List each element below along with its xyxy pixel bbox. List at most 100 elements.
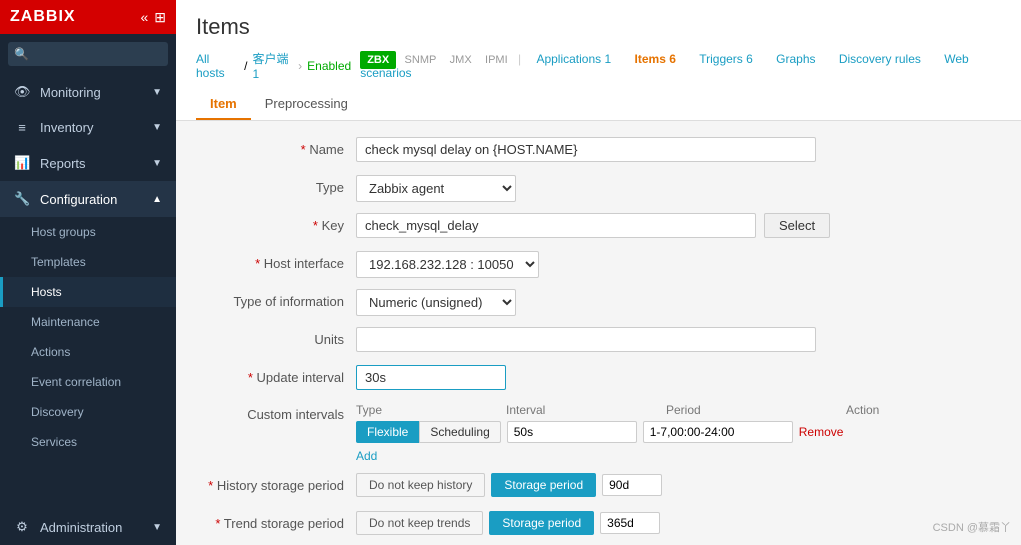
- form-row-custom-intervals: Custom intervals Type Interval Period Ac…: [196, 403, 1001, 463]
- update-interval-input[interactable]: [356, 365, 506, 390]
- host-tab-triggers[interactable]: Triggers 6: [689, 47, 763, 71]
- host-tab-jmx[interactable]: JMX: [445, 51, 477, 69]
- services-label: Services: [31, 435, 77, 449]
- ci-period-input[interactable]: [643, 421, 793, 443]
- administration-icon: ⚙: [14, 519, 30, 535]
- trend-storage-period-btn[interactable]: Storage period: [489, 511, 594, 535]
- units-label: Units: [196, 327, 356, 347]
- sidebar-item-inventory[interactable]: ≡ Inventory ▼: [0, 110, 176, 145]
- form-row-type-info: Type of information Numeric (unsigned): [196, 289, 1001, 317]
- tabs-row: Item Preprocessing: [196, 89, 1001, 120]
- sidebar-sub-item-templates[interactable]: Templates: [0, 247, 176, 277]
- tab-sep: |: [518, 52, 521, 66]
- custom-intervals-control: Type Interval Period Action Flexible Sch…: [356, 403, 1001, 463]
- update-interval-label: Update interval: [196, 365, 356, 385]
- host-interface-select[interactable]: 192.168.232.128 : 10050: [356, 251, 539, 278]
- configuration-icon: 🔧: [14, 191, 30, 207]
- type-of-info-select[interactable]: Numeric (unsigned): [356, 289, 516, 316]
- ci-add-link[interactable]: Add: [356, 449, 377, 463]
- arrow-icon: ▼: [152, 122, 162, 133]
- sidebar-sub-item-discovery[interactable]: Discovery: [0, 397, 176, 427]
- host-tab-applications[interactable]: Applications 1: [526, 47, 621, 71]
- sidebar-sub-item-event-correlation[interactable]: Event correlation: [0, 367, 176, 397]
- breadcrumb-host[interactable]: 客户端1: [253, 50, 294, 81]
- host-tabs-row: ZBX SNMP JMX IPMI | Applications 1 Items…: [360, 52, 1001, 80]
- logo: ZABBIX: [10, 8, 76, 26]
- type-select[interactable]: Zabbix agent: [356, 175, 516, 202]
- ci-header: Type Interval Period Action: [356, 403, 1001, 417]
- sidebar-item-label: Reports: [40, 156, 86, 171]
- select-button[interactable]: Select: [764, 213, 830, 238]
- inventory-icon: ≡: [14, 120, 30, 135]
- sidebar-header-icons: « ⊞: [140, 9, 166, 26]
- type-of-info-control: Numeric (unsigned): [356, 289, 1001, 316]
- host-tab-ipmi[interactable]: IPMI: [480, 51, 513, 69]
- trend-keep-btn[interactable]: Do not keep trends: [356, 511, 483, 535]
- reports-icon: 📊: [14, 155, 30, 171]
- ci-remove-link[interactable]: Remove: [799, 425, 844, 439]
- host-groups-label: Host groups: [31, 225, 96, 239]
- form-row-name: Name: [196, 137, 1001, 165]
- sidebar-sub-item-maintenance[interactable]: Maintenance: [0, 307, 176, 337]
- history-storage-period-btn[interactable]: Storage period: [491, 473, 596, 497]
- watermark: CSDN @慕霜丫: [933, 519, 1011, 535]
- breadcrumb-all-hosts[interactable]: All hosts: [196, 52, 239, 80]
- discovery-label: Discovery: [31, 405, 84, 419]
- sidebar-item-administration[interactable]: ⚙ Administration ▼: [0, 509, 176, 545]
- ci-add-row: Add: [356, 447, 1001, 463]
- sidebar-item-monitoring[interactable]: 👁 Monitoring ▼: [0, 74, 176, 110]
- trend-control: Do not keep trends Storage period: [356, 511, 1001, 535]
- sidebar-sub-item-services[interactable]: Services: [0, 427, 176, 457]
- name-input[interactable]: [356, 137, 816, 162]
- hosts-label: Hosts: [31, 285, 62, 299]
- key-input[interactable]: [356, 213, 756, 238]
- host-interface-label: Host interface: [196, 251, 356, 271]
- sidebar-item-reports[interactable]: 📊 Reports ▼: [0, 145, 176, 181]
- sidebar-item-label: Inventory: [40, 120, 93, 135]
- form-area: Name Type Zabbix agent Key S: [176, 121, 1021, 545]
- name-control: [356, 137, 1001, 162]
- arrow-icon: ▲: [152, 194, 162, 205]
- form-row-host-interface: Host interface 192.168.232.128 : 10050: [196, 251, 1001, 279]
- sidebar-item-configuration[interactable]: 🔧 Configuration ▲: [0, 181, 176, 217]
- trend-label: Trend storage period: [196, 511, 356, 531]
- type-control: Zabbix agent: [356, 175, 1001, 202]
- sidebar-header: ZABBIX « ⊞: [0, 0, 176, 34]
- form-row-units: Units: [196, 327, 1001, 355]
- maintenance-label: Maintenance: [31, 315, 100, 329]
- arrow-icon: ▼: [152, 87, 162, 98]
- nav-section: 👁 Monitoring ▼ ≡ Inventory ▼ 📊 Reports ▼…: [0, 74, 176, 457]
- units-control: [356, 327, 1001, 352]
- form-row-history: History storage period Do not keep histo…: [196, 473, 1001, 501]
- type-label: Type: [196, 175, 356, 195]
- history-value-input[interactable]: [602, 474, 662, 496]
- form-row-trend: Trend storage period Do not keep trends …: [196, 511, 1001, 539]
- trend-value-input[interactable]: [600, 512, 660, 534]
- sidebar-sub-item-host-groups[interactable]: Host groups: [0, 217, 176, 247]
- custom-intervals-label: Custom intervals: [196, 403, 356, 422]
- tab-item[interactable]: Item: [196, 89, 251, 120]
- ci-interval-input[interactable]: [507, 421, 637, 443]
- sidebar-sub-item-hosts[interactable]: Hosts: [0, 277, 176, 307]
- host-tab-discovery-rules[interactable]: Discovery rules: [829, 47, 931, 71]
- history-keep-btn[interactable]: Do not keep history: [356, 473, 485, 497]
- sidebar-sub-item-actions[interactable]: Actions: [0, 337, 176, 367]
- search-input[interactable]: [8, 42, 168, 66]
- host-tab-graphs[interactable]: Graphs: [766, 47, 825, 71]
- units-input[interactable]: [356, 327, 816, 352]
- breadcrumb-enabled: Enabled: [307, 59, 351, 73]
- ci-flexible-btn[interactable]: Flexible: [356, 421, 419, 443]
- grid-icon[interactable]: ⊞: [154, 9, 166, 26]
- host-interface-control: 192.168.232.128 : 10050: [356, 251, 1001, 278]
- form-row-key: Key Select: [196, 213, 1001, 241]
- name-label: Name: [196, 137, 356, 157]
- key-control: Select: [356, 213, 1001, 238]
- monitoring-icon: 👁: [14, 84, 30, 100]
- tab-preprocessing[interactable]: Preprocessing: [251, 89, 362, 120]
- event-correlation-label: Event correlation: [31, 375, 121, 389]
- collapse-icon[interactable]: «: [140, 9, 148, 26]
- host-tab-items[interactable]: Items 6: [625, 47, 686, 71]
- ci-type-header: Type: [356, 403, 506, 417]
- arrow-icon: ▼: [152, 522, 162, 533]
- ci-scheduling-btn[interactable]: Scheduling: [419, 421, 500, 443]
